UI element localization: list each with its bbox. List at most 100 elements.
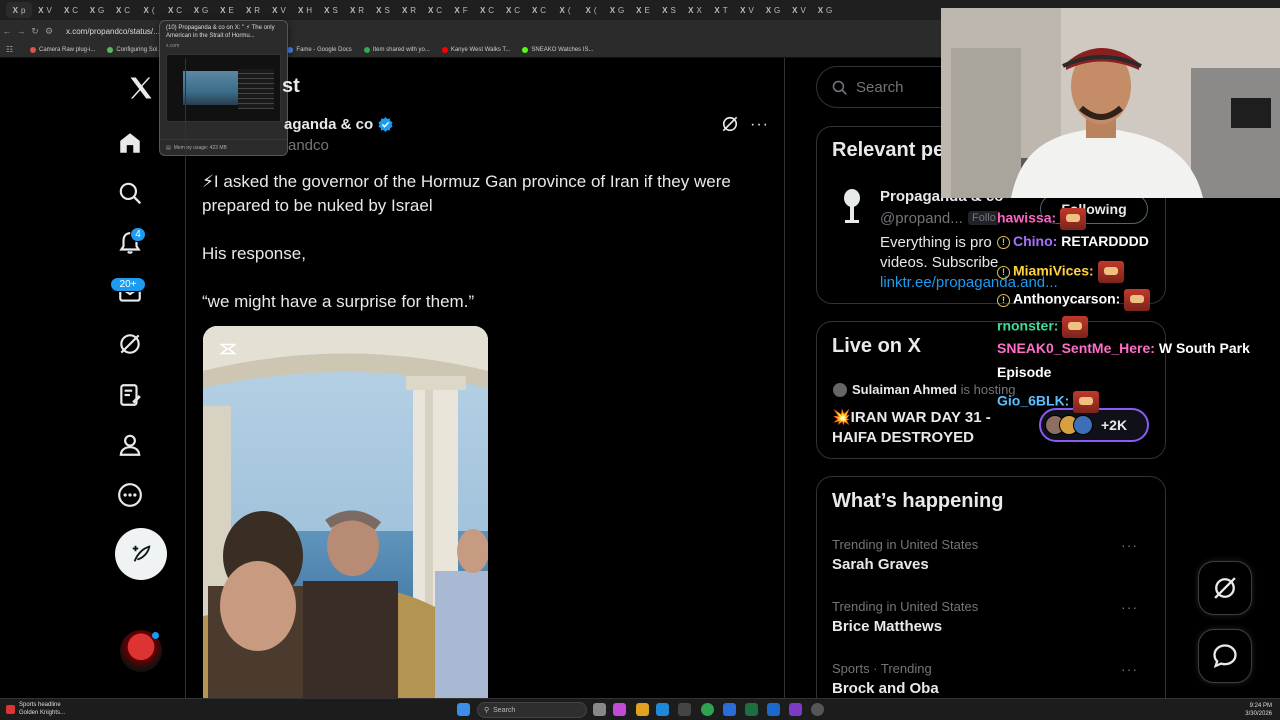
browser-tab[interactable]: XX — [682, 2, 708, 18]
relevant-person-handle[interactable]: @propand... — [880, 210, 963, 227]
browser-tab[interactable]: XH — [292, 2, 318, 18]
browser-tab[interactable]: X( — [136, 2, 162, 18]
chat-message: ! Anthonycarson: — [997, 289, 1151, 311]
grok-icon — [1214, 577, 1236, 599]
warning-icon: ! — [997, 293, 1010, 307]
browser-tab[interactable]: XC — [526, 2, 552, 18]
post-text-paragraph: His response, — [202, 244, 306, 263]
bookmark-item[interactable]: Item shared with yo... — [363, 46, 430, 53]
chat-message: rnonster: — [997, 316, 1089, 338]
browser-tab[interactable]: XS — [370, 2, 396, 18]
grok-float-button[interactable] — [1198, 561, 1252, 615]
bookmark-item[interactable]: Fame - Google Docs — [287, 46, 352, 53]
bookmark-item[interactable]: Camera Raw plug-i... — [30, 46, 95, 53]
browser-tab[interactable]: XS — [656, 2, 682, 18]
browser-tab[interactable]: XR — [344, 2, 370, 18]
live-host-line[interactable]: Sulaiman Ahmed is hosting — [852, 382, 1016, 397]
chat-username: SNEAK0_SentMe_Here: — [997, 340, 1155, 356]
tab-title: S — [332, 5, 338, 15]
app-icon[interactable] — [789, 703, 802, 716]
post-author-handle[interactable]: andco — [288, 137, 329, 154]
windows-start-icon[interactable] — [457, 703, 470, 716]
browser-tab[interactable]: XC — [500, 2, 526, 18]
tab-title: R — [358, 5, 365, 15]
browser-tab[interactable]: XF — [448, 2, 474, 18]
browser-tab[interactable]: XV — [786, 2, 812, 18]
app-icon[interactable] — [767, 703, 780, 716]
bookmark-item[interactable]: SNEAKO Watches IS... — [522, 46, 594, 53]
file-explorer-icon[interactable] — [636, 703, 649, 716]
relevant-person-avatar[interactable] — [839, 188, 865, 231]
host-avatar — [833, 383, 847, 397]
bookmark-item[interactable]: Configuring Sol... — [107, 46, 162, 53]
forward-icon[interactable]: → — [14, 26, 28, 36]
browser-tab[interactable]: XR — [240, 2, 266, 18]
chrome-icon[interactable] — [701, 703, 714, 716]
apps-grid-icon[interactable]: ☷ — [6, 45, 16, 54]
profile-icon[interactable] — [110, 425, 150, 465]
browser-tab[interactable]: XV — [266, 2, 292, 18]
trend-item[interactable]: Trending in United States Brice Matthews… — [832, 599, 1152, 635]
browser-tab[interactable]: XE — [630, 2, 656, 18]
trend-item[interactable]: Sports · Trending Brock and Oba ··· — [832, 661, 1152, 697]
bookmark-label: Kanye West Walks T... — [450, 46, 511, 53]
excel-icon[interactable] — [745, 703, 758, 716]
browser-tab[interactable]: XG — [188, 2, 214, 18]
browser-tab[interactable]: XS — [318, 2, 344, 18]
more-circle-icon[interactable] — [110, 475, 150, 515]
x-logo-icon[interactable] — [121, 68, 161, 108]
browser-tab[interactable]: Xp — [6, 2, 32, 18]
browser-tab[interactable]: X( — [552, 2, 578, 18]
post-author-name[interactable]: aganda & co — [284, 116, 394, 133]
browser-tab[interactable]: XV — [32, 2, 58, 18]
grok-explain-icon[interactable] — [720, 114, 742, 136]
tab-title: ( — [567, 5, 571, 15]
browser-tab[interactable]: XC — [162, 2, 188, 18]
lists-icon[interactable] — [110, 375, 150, 415]
compose-post-button[interactable] — [115, 528, 167, 580]
browser-tab[interactable]: XC — [58, 2, 84, 18]
messages-float-button[interactable] — [1198, 629, 1252, 683]
browser-tab[interactable]: XC — [422, 2, 448, 18]
home-icon[interactable] — [110, 123, 150, 163]
app-icon[interactable] — [723, 703, 736, 716]
search-icon[interactable] — [110, 173, 150, 213]
browser-tab[interactable]: XE — [214, 2, 240, 18]
browser-tab[interactable]: X( — [578, 2, 604, 18]
browser-tab[interactable]: XG — [84, 2, 110, 18]
store-icon[interactable] — [678, 703, 691, 716]
post-text-paragraph: ⚡I asked the governor of the Hormuz Gan … — [202, 172, 731, 215]
browser-tab[interactable]: XV — [734, 2, 760, 18]
trend-item[interactable]: Trending in United States Sarah Graves ·… — [832, 537, 1152, 573]
more-options-icon[interactable]: ··· — [750, 116, 769, 134]
browser-tab[interactable]: XG — [812, 2, 838, 18]
news-widget[interactable]: Sports headline Golden Knights... — [6, 701, 65, 717]
bookmark-item[interactable]: Kanye West Walks T... — [441, 46, 511, 53]
site-info-icon[interactable]: ⚙ — [42, 26, 56, 37]
trend-more-icon[interactable]: ··· — [1121, 661, 1138, 677]
live-host-name: Sulaiman Ahmed — [852, 382, 957, 397]
taskbar-search-label: Search — [493, 706, 516, 714]
trend-more-icon[interactable]: ··· — [1121, 599, 1138, 615]
reload-icon[interactable]: ↻ — [28, 26, 42, 37]
live-on-x-title: Live on X — [832, 335, 921, 357]
task-view-icon[interactable] — [593, 703, 606, 716]
trend-more-icon[interactable]: ··· — [1121, 537, 1138, 553]
system-clock[interactable]: 9:24 PM 3/30/2026 — [1245, 702, 1272, 718]
app-icon[interactable] — [811, 703, 824, 716]
browser-tab[interactable]: XR — [396, 2, 422, 18]
bookmark-favicon-icon — [441, 46, 448, 53]
edge-icon[interactable] — [656, 703, 669, 716]
back-icon[interactable]: ← — [0, 26, 14, 36]
live-space-title[interactable]: 💥IRAN WAR DAY 31 - HAIFA DESTROYED — [832, 408, 1022, 448]
post-video[interactable] — [203, 326, 488, 698]
grok-icon[interactable] — [110, 324, 150, 364]
browser-tab[interactable]: XC — [474, 2, 500, 18]
browser-tab[interactable]: XC — [110, 2, 136, 18]
browser-tab[interactable]: XG — [760, 2, 786, 18]
browser-tab[interactable]: XG — [604, 2, 630, 18]
browser-tab[interactable]: XT — [708, 2, 734, 18]
taskbar-search-input[interactable]: ⚲ Search — [477, 702, 587, 718]
live-listeners-pill[interactable]: +2K — [1039, 408, 1149, 442]
copilot-icon[interactable] — [613, 703, 626, 716]
